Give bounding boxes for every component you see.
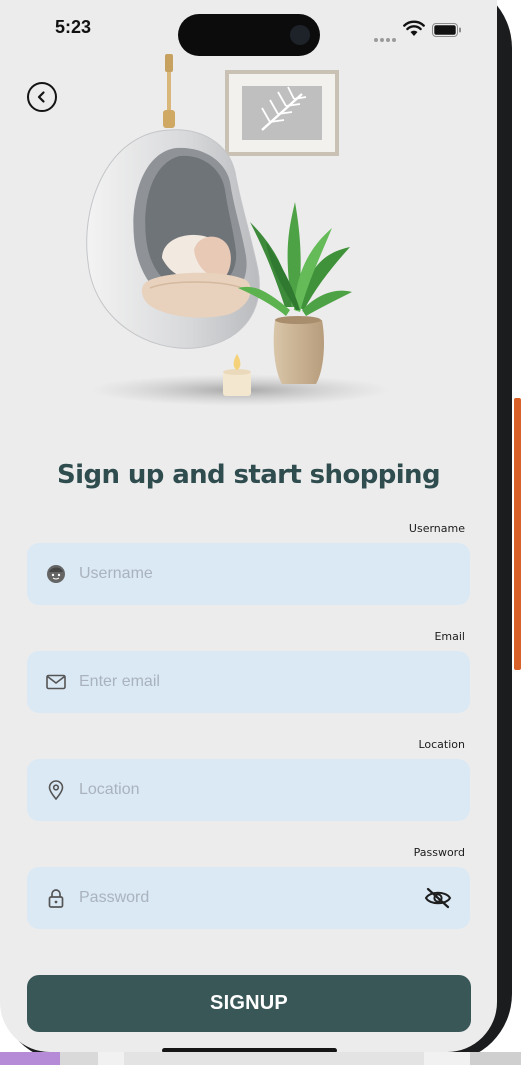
egg-chair bbox=[86, 129, 260, 349]
username-label: Username bbox=[408, 522, 465, 535]
user-avatar-icon bbox=[45, 563, 67, 585]
password-input[interactable] bbox=[79, 889, 399, 907]
chevron-left-icon bbox=[37, 91, 45, 103]
signup-button[interactable]: SIGNUP bbox=[27, 975, 471, 1032]
side-accent-strip bbox=[514, 398, 521, 670]
signal-dots-icon bbox=[374, 27, 398, 46]
page-title: Sign up and start shopping bbox=[57, 460, 441, 490]
taskbar-segment bbox=[124, 1052, 424, 1065]
lock-icon bbox=[45, 887, 67, 909]
status-icons bbox=[370, 20, 466, 42]
email-input[interactable] bbox=[79, 673, 399, 691]
wall-picture-frame bbox=[225, 70, 339, 156]
candle bbox=[223, 354, 251, 396]
status-bar: 5:23 bbox=[0, 0, 497, 56]
app-screen: 5:23 Sign up and start shopping Username… bbox=[0, 0, 497, 1052]
password-label: Password bbox=[413, 846, 465, 859]
location-label: Location bbox=[418, 738, 465, 751]
potted-plant bbox=[238, 202, 352, 384]
camera-lens bbox=[290, 25, 310, 45]
back-button[interactable] bbox=[27, 82, 57, 112]
status-time: 5:23 bbox=[55, 17, 92, 37]
location-pin-icon bbox=[45, 779, 67, 801]
location-input[interactable] bbox=[79, 781, 399, 799]
mail-icon bbox=[45, 671, 67, 693]
eye-off-icon bbox=[424, 887, 452, 909]
password-field[interactable] bbox=[27, 867, 470, 929]
password-visibility-toggle[interactable] bbox=[424, 885, 452, 911]
username-input[interactable] bbox=[79, 565, 399, 583]
battery-icon bbox=[432, 23, 461, 37]
email-label: Email bbox=[434, 630, 465, 643]
taskbar-strip bbox=[0, 1052, 521, 1065]
location-field[interactable] bbox=[27, 759, 470, 821]
email-field[interactable] bbox=[27, 651, 470, 713]
taskbar-segment bbox=[0, 1052, 60, 1065]
hero-illustration bbox=[86, 54, 390, 406]
username-field[interactable] bbox=[27, 543, 470, 605]
chair-hanger bbox=[163, 54, 175, 128]
taskbar-segment bbox=[470, 1052, 521, 1065]
wifi-icon bbox=[403, 20, 425, 36]
taskbar-segment bbox=[60, 1052, 98, 1065]
